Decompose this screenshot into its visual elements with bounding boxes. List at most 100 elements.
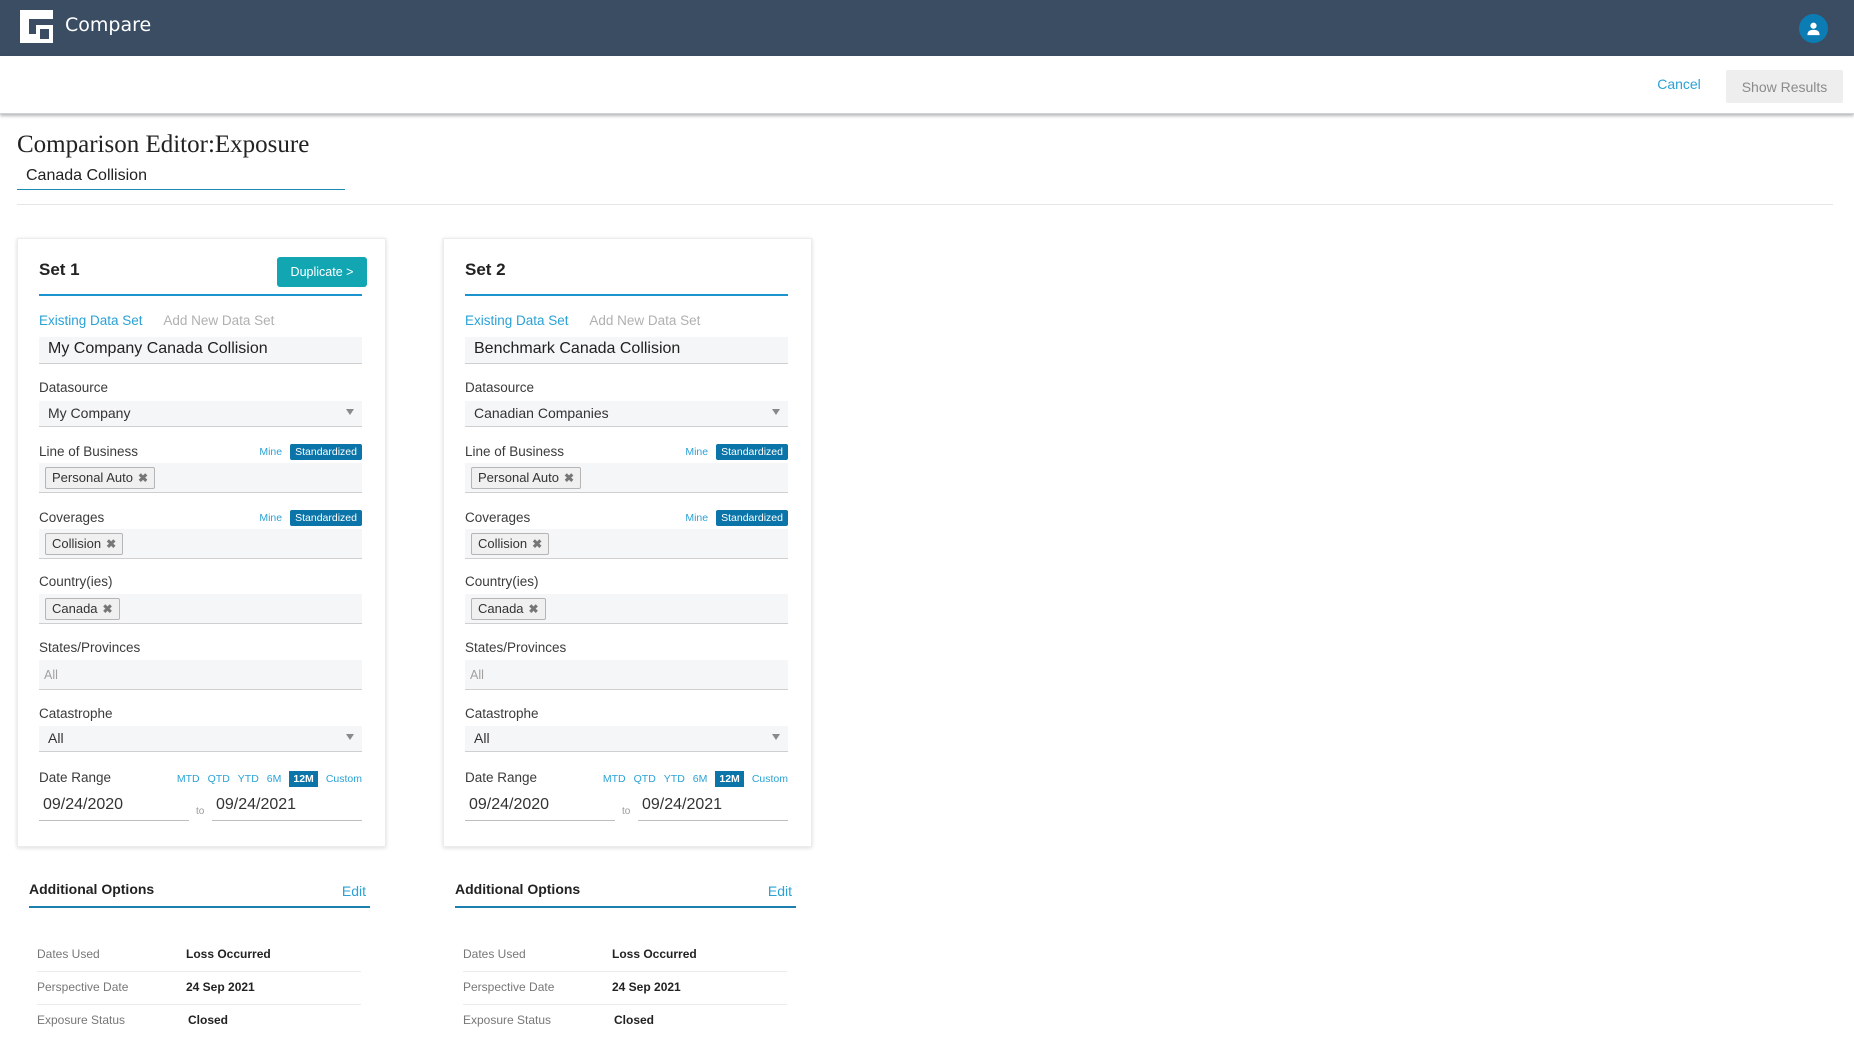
states-input[interactable]: All: [39, 660, 362, 690]
cancel-button[interactable]: Cancel: [1644, 76, 1714, 92]
coverages-standardized-toggle[interactable]: Standardized: [716, 510, 788, 526]
tag-label: Collision: [52, 536, 102, 551]
dataset-name-input[interactable]: Benchmark Canada Collision: [465, 337, 788, 364]
coverages-standardized-toggle[interactable]: Standardized: [290, 510, 362, 526]
set-title: Set 2: [465, 260, 506, 279]
tag-label: Personal Auto: [478, 470, 559, 485]
option-key: Exposure Status: [463, 1013, 552, 1027]
coverages-tag-input[interactable]: Collision ✖: [465, 529, 788, 559]
preset-12m[interactable]: 12M: [715, 771, 744, 787]
remove-tag-icon[interactable]: ✖: [529, 601, 539, 618]
remove-tag-icon[interactable]: ✖: [564, 470, 574, 487]
preset-6m[interactable]: 6M: [267, 773, 282, 785]
option-row: Dates Used Loss Occurred: [37, 939, 361, 972]
preset-mtd[interactable]: MTD: [177, 773, 200, 785]
date-to-input[interactable]: 09/24/2021: [212, 794, 362, 821]
remove-tag-icon[interactable]: ✖: [103, 601, 113, 618]
option-value: Loss Occurred: [186, 947, 271, 961]
date-range-presets: MTD QTD YTD 6M 12M Custom: [603, 771, 788, 787]
date-to-input[interactable]: 09/24/2021: [638, 794, 788, 821]
coverages-label: Coverages: [465, 510, 531, 525]
brand-logo-icon[interactable]: [20, 10, 53, 43]
lob-source-toggle: Mine Standardized: [685, 444, 788, 460]
tag-chip: Collision ✖: [45, 533, 124, 555]
dropdown-caret-icon: [346, 734, 354, 740]
preset-custom[interactable]: Custom: [752, 773, 788, 785]
states-input[interactable]: All: [465, 660, 788, 690]
edit-additional-options-link[interactable]: Edit: [342, 883, 366, 899]
tag-label: Canada: [52, 601, 98, 616]
option-value: Loss Occurred: [612, 947, 697, 961]
datasource-select[interactable]: Canadian Companies: [465, 401, 788, 427]
set-1-card: Set 1 Duplicate > Existing Data Set Add …: [17, 238, 386, 847]
lob-standardized-toggle[interactable]: Standardized: [290, 444, 362, 460]
option-value: 24 Sep 2021: [612, 980, 681, 994]
set-2-card: Set 2 Existing Data Set Add New Data Set…: [443, 238, 812, 847]
preset-ytd[interactable]: YTD: [664, 773, 685, 785]
tab-add-new-data-set[interactable]: Add New Data Set: [163, 313, 274, 328]
datasource-label: Datasource: [39, 380, 109, 395]
tag-chip: Canada ✖: [45, 598, 120, 620]
coverages-source-toggle: Mine Standardized: [259, 510, 362, 526]
preset-ytd[interactable]: YTD: [238, 773, 259, 785]
lob-tag-input[interactable]: Personal Auto ✖: [39, 463, 362, 493]
remove-tag-icon[interactable]: ✖: [532, 536, 542, 553]
tab-existing-data-set[interactable]: Existing Data Set: [39, 313, 143, 328]
date-from-input[interactable]: 09/24/2020: [465, 794, 615, 821]
tag-chip: Personal Auto ✖: [45, 467, 156, 489]
countries-tag-input[interactable]: Canada ✖: [465, 594, 788, 624]
additional-options-title: Additional Options: [29, 881, 155, 897]
action-toolbar: Cancel Show Results: [0, 56, 1854, 114]
preset-qtd[interactable]: QTD: [634, 773, 656, 785]
date-range-label: Date Range: [39, 770, 112, 785]
catastrophe-select[interactable]: All: [465, 726, 788, 752]
top-header: Compare: [0, 0, 1854, 56]
date-range-label: Date Range: [465, 770, 538, 785]
show-results-button[interactable]: Show Results: [1726, 70, 1843, 103]
remove-tag-icon[interactable]: ✖: [138, 470, 148, 487]
states-label: States/Provinces: [39, 640, 141, 655]
edit-additional-options-link[interactable]: Edit: [768, 883, 792, 899]
lob-standardized-toggle[interactable]: Standardized: [716, 444, 788, 460]
option-key: Dates Used: [463, 947, 526, 961]
dropdown-caret-icon: [346, 409, 354, 415]
additional-options-rule: [455, 906, 796, 908]
option-row: Exposure Status Closed: [463, 1005, 787, 1038]
datasource-select[interactable]: My Company: [39, 401, 362, 427]
lob-mine-toggle[interactable]: Mine: [259, 446, 282, 458]
tag-chip: Collision ✖: [471, 533, 550, 555]
preset-qtd[interactable]: QTD: [208, 773, 230, 785]
tab-add-new-data-set[interactable]: Add New Data Set: [589, 313, 700, 328]
countries-tag-input[interactable]: Canada ✖: [39, 594, 362, 624]
user-avatar-button[interactable]: [1799, 14, 1828, 43]
preset-6m[interactable]: 6M: [693, 773, 708, 785]
coverages-tag-input[interactable]: Collision ✖: [39, 529, 362, 559]
coverages-mine-toggle[interactable]: Mine: [259, 512, 282, 524]
app-title: Compare: [65, 14, 152, 36]
comparison-name-input[interactable]: [17, 163, 345, 190]
remove-tag-icon[interactable]: ✖: [106, 536, 116, 553]
catastrophe-label: Catastrophe: [465, 706, 539, 721]
preset-custom[interactable]: Custom: [326, 773, 362, 785]
duplicate-button[interactable]: Duplicate >: [277, 257, 367, 287]
lob-mine-toggle[interactable]: Mine: [685, 446, 708, 458]
option-row: Perspective Date 24 Sep 2021: [37, 972, 361, 1005]
coverages-mine-toggle[interactable]: Mine: [685, 512, 708, 524]
date-range-presets: MTD QTD YTD 6M 12M Custom: [177, 771, 362, 787]
catastrophe-select[interactable]: All: [39, 726, 362, 752]
lob-tag-input[interactable]: Personal Auto ✖: [465, 463, 788, 493]
tab-existing-data-set[interactable]: Existing Data Set: [465, 313, 569, 328]
tag-chip: Personal Auto ✖: [471, 467, 582, 489]
lob-source-toggle: Mine Standardized: [259, 444, 362, 460]
preset-mtd[interactable]: MTD: [603, 773, 626, 785]
dataset-name-input[interactable]: My Company Canada Collision: [39, 337, 362, 364]
dropdown-caret-icon: [772, 409, 780, 415]
option-key: Exposure Status: [37, 1013, 126, 1027]
date-from-input[interactable]: 09/24/2020: [39, 794, 189, 821]
user-icon: [1807, 22, 1820, 36]
date-to-label: to: [622, 806, 631, 817]
tag-label: Canada: [478, 601, 524, 616]
additional-options-rule: [29, 906, 370, 908]
option-key: Perspective Date: [463, 980, 555, 994]
preset-12m[interactable]: 12M: [289, 771, 318, 787]
